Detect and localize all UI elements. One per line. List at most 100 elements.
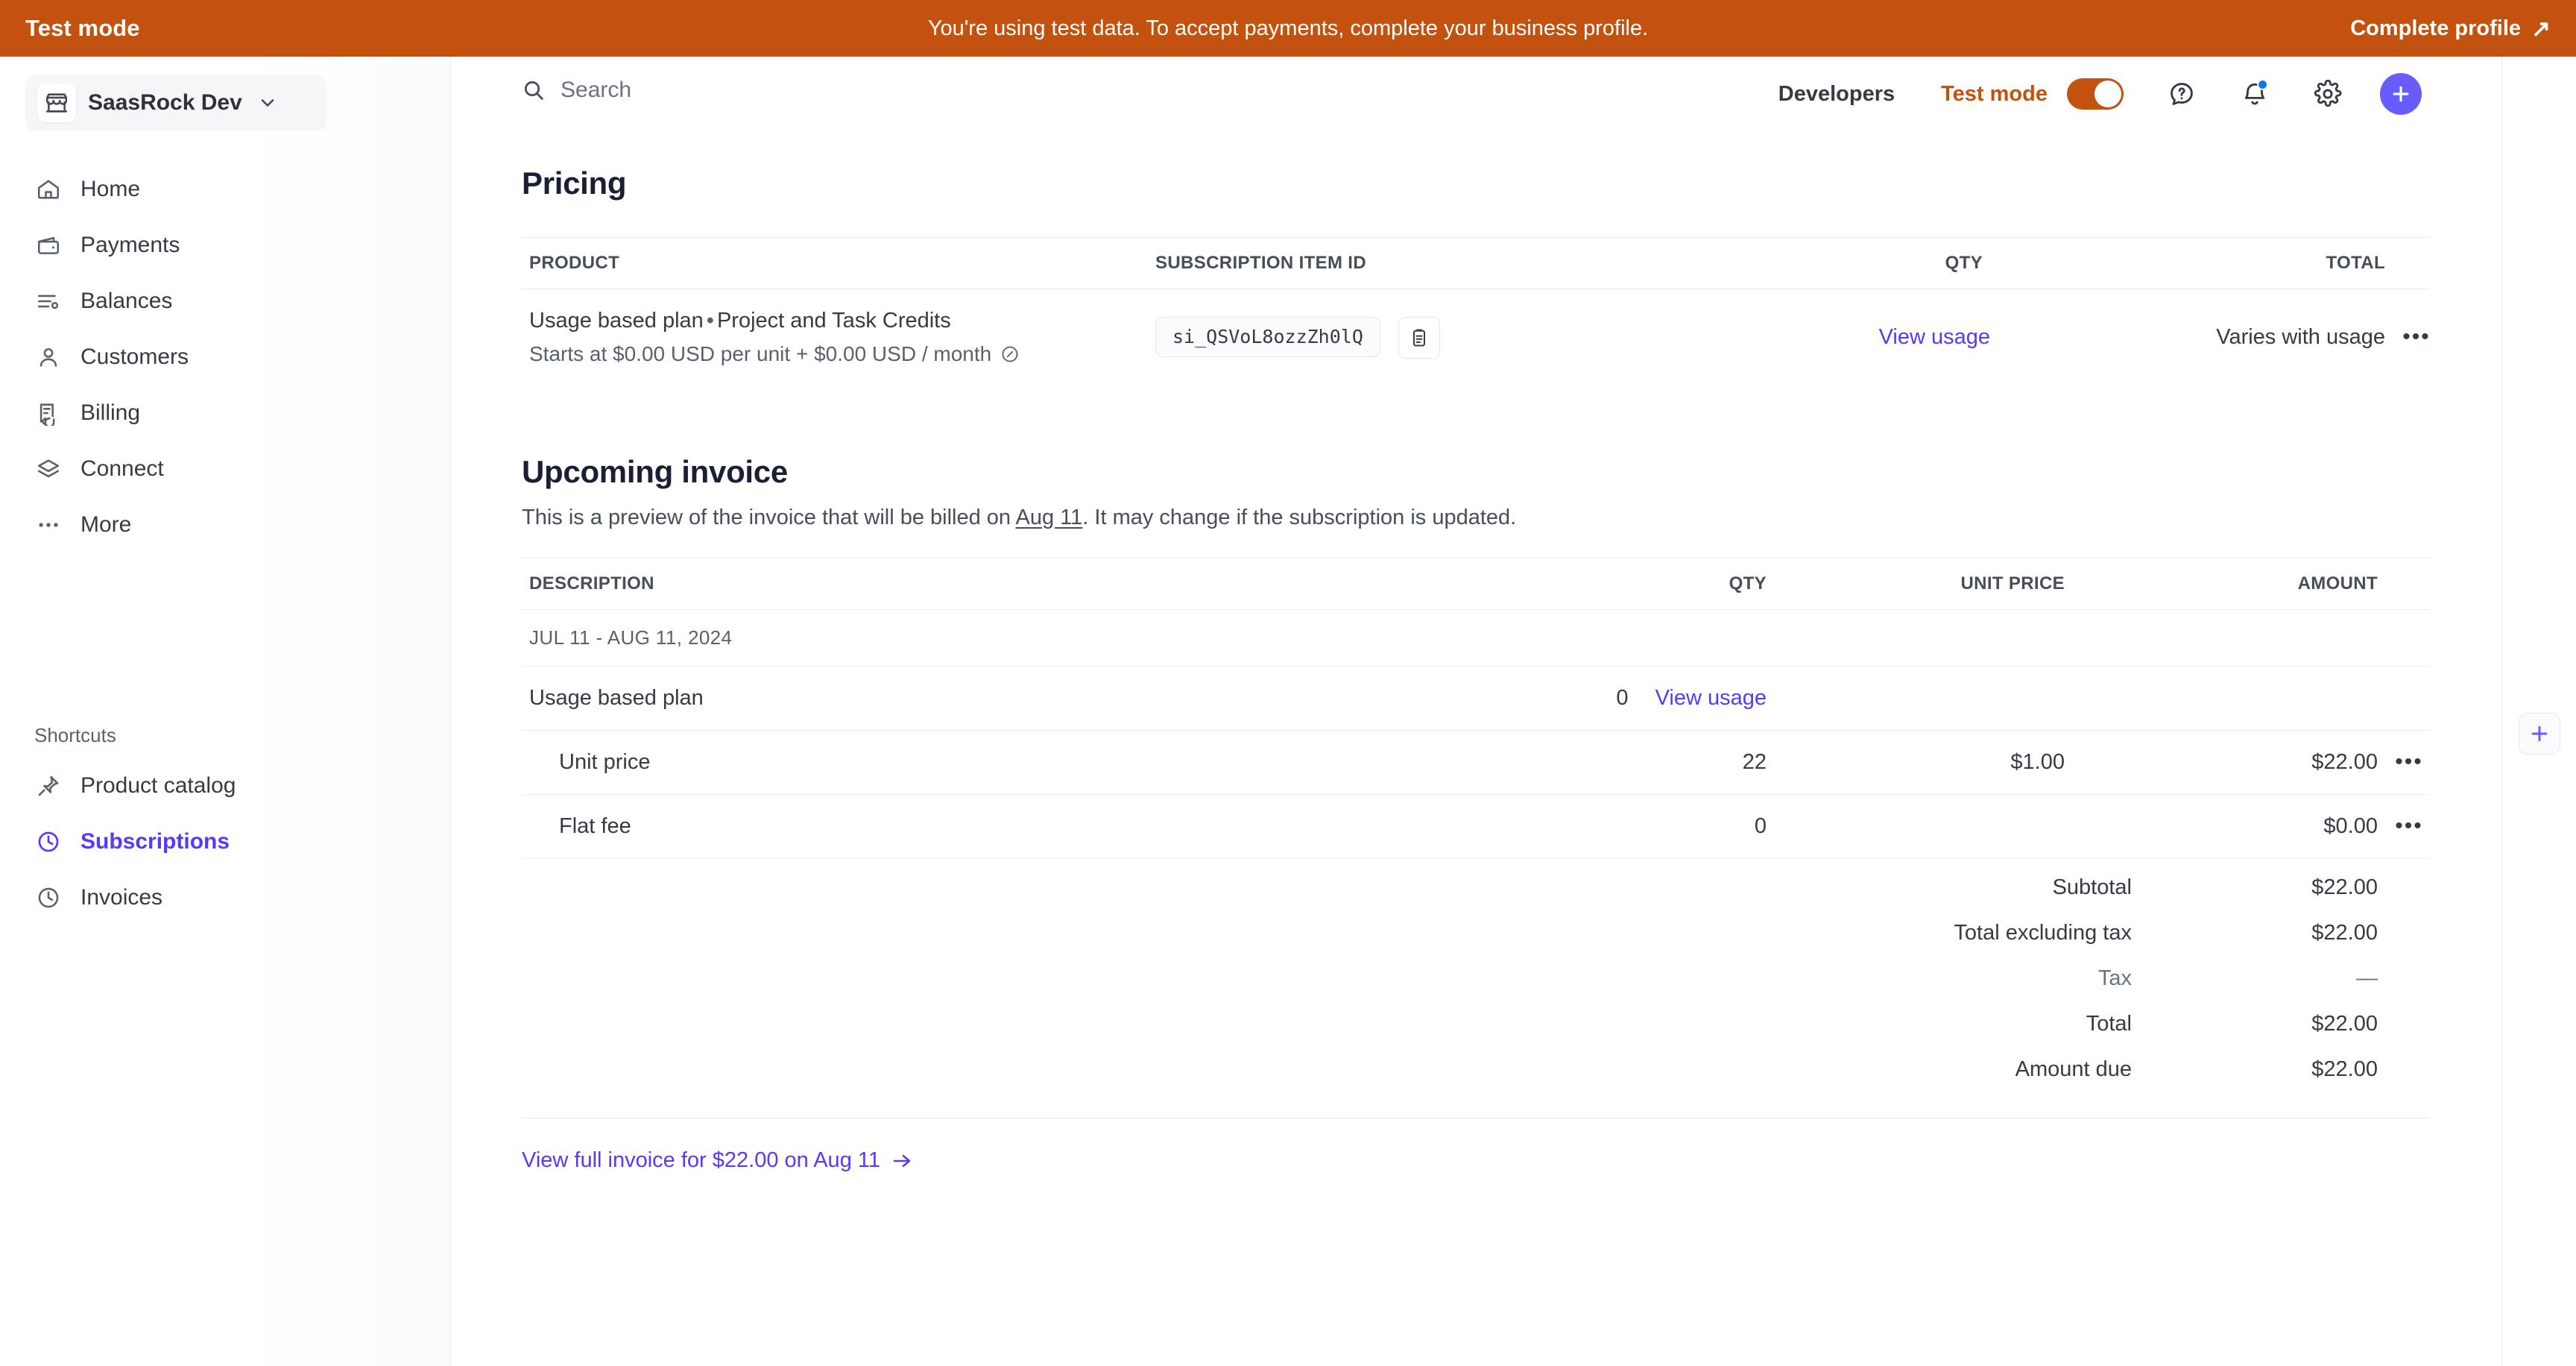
sidebar-item-invoices[interactable]: Invoices	[0, 869, 451, 925]
rail-add-button[interactable]	[2519, 713, 2560, 755]
totals-value: $22.00	[2311, 875, 2378, 900]
totals-value: $22.00	[2311, 1057, 2378, 1082]
table-row: Unit price 22 $1.00 $22.00 •••	[522, 730, 2430, 796]
notifications-icon[interactable]	[2234, 73, 2276, 115]
column-amount: AMOUNT	[2072, 558, 2385, 611]
invoice-row-unit-price	[1774, 795, 2072, 859]
billing-icon	[34, 399, 63, 427]
sidebar-item-label: Home	[80, 176, 141, 201]
invoice-row-amount: $0.00	[2323, 814, 2378, 839]
pricing-plan-name: Usage based plan	[529, 309, 704, 333]
chevron-down-icon	[257, 92, 278, 113]
invoice-row-amount	[2072, 666, 2385, 731]
test-mode-banner: Test mode You're using test data. To acc…	[0, 0, 2576, 57]
developers-button[interactable]: Developers	[1778, 82, 1895, 107]
sidebar-item-home[interactable]: Home	[0, 161, 451, 217]
totals-value: —	[2356, 966, 2378, 991]
invoice-table-header: DESCRIPTION QTY UNIT PRICE AMOUNT	[522, 558, 2430, 611]
upcoming-invoice-title: Upcoming invoice	[522, 454, 788, 489]
sidebar-item-label: More	[80, 512, 132, 537]
totals-label: Subtotal	[2052, 875, 2132, 900]
external-link-icon: ↗	[2531, 15, 2551, 42]
pricing-table: PRODUCT SUBSCRIPTION ITEM ID QTY TOTAL U…	[522, 237, 2430, 385]
sidebar-item-billing[interactable]: Billing	[0, 385, 451, 441]
sidebar-item-label: Invoices	[80, 884, 163, 910]
totals-row: Amount due $22.00	[522, 1047, 2430, 1092]
totals-label: Amount due	[2015, 1057, 2132, 1082]
pricing-product-cell: Usage based plan • Project and Task Credit…	[522, 289, 1148, 386]
invoice-row-unit-price	[1774, 666, 2072, 731]
ellipsis-icon	[34, 511, 63, 539]
totals-value: $22.00	[2311, 1012, 2378, 1036]
sidebar-item-more[interactable]: More	[0, 497, 451, 553]
column-total: TOTAL	[1990, 237, 2393, 289]
pin-icon	[34, 772, 63, 800]
add-icon[interactable]	[2380, 73, 2422, 115]
row-overflow-menu[interactable]: •••	[2393, 815, 2425, 837]
column-qty: QTY	[1692, 237, 1990, 289]
sidebar-item-connect[interactable]: Connect	[0, 441, 451, 497]
pricing-table-header: PRODUCT SUBSCRIPTION ITEM ID QTY TOTAL	[522, 237, 2430, 289]
complete-profile-button[interactable]: Complete profile ↗	[2350, 16, 2551, 41]
view-usage-link[interactable]: View usage	[1879, 325, 1990, 349]
settings-icon[interactable]	[2307, 73, 2349, 115]
sidebar-item-label: Product catalog	[80, 772, 236, 798]
right-rail	[2501, 57, 2576, 1366]
totals-label: Total	[2086, 1012, 2132, 1036]
totals-row: Total excluding tax $22.00	[522, 910, 2430, 956]
column-subscription-item-id: SUBSCRIPTION ITEM ID	[1148, 237, 1692, 289]
separator-dot: •	[706, 309, 714, 333]
view-full-invoice-link[interactable]: View full invoice for $22.00 on Aug 11	[522, 1148, 913, 1173]
invoice-row-unit-price: $1.00	[1774, 730, 2072, 796]
invoice-table: DESCRIPTION QTY UNIT PRICE AMOUNT JUL 11…	[522, 558, 2430, 858]
pricing-subscription-id-cell: si_QSVoL8ozzZh0lQ	[1148, 289, 1692, 386]
sidebar: SaasRock Dev Home Payments Balances Cust…	[0, 57, 451, 1366]
sidebar-item-label: Balances	[80, 288, 173, 313]
billing-date-link[interactable]: Aug 11	[1016, 506, 1083, 529]
store-icon	[37, 84, 76, 122]
sidebar-item-product-catalog[interactable]: Product catalog	[0, 758, 451, 813]
sidebar-item-payments[interactable]: Payments	[0, 217, 451, 273]
row-overflow-menu[interactable]: •••	[2393, 751, 2425, 773]
row-overflow-menu[interactable]: •••	[2400, 326, 2433, 348]
subscription-item-id-value[interactable]: si_QSVoL8ozzZh0lQ	[1155, 316, 1380, 357]
sidebar-item-label: Payments	[80, 232, 180, 257]
invoice-row-description: Flat fee	[559, 814, 631, 839]
copy-icon[interactable]	[1398, 316, 1440, 359]
search-input[interactable]: Search	[522, 78, 631, 103]
invoice-row-amount: $22.00	[2072, 730, 2385, 796]
invoice-period: JUL 11 - AUG 11, 2024	[522, 609, 2430, 667]
column-description: DESCRIPTION	[522, 558, 1476, 611]
invoice-row-qty-value: 0	[1616, 686, 1629, 711]
invoice-totals: Subtotal $22.00 Total excluding tax $22.…	[522, 865, 2430, 1092]
clock-icon	[34, 884, 63, 912]
sidebar-item-subscriptions[interactable]: Subscriptions	[0, 813, 451, 869]
toggle-knob	[2094, 81, 2121, 107]
balances-icon	[34, 287, 63, 315]
sidebar-item-customers[interactable]: Customers	[0, 329, 451, 385]
totals-value: $22.00	[2311, 921, 2378, 945]
sidebar-shortcuts: Product catalog Subscriptions Invoices	[0, 758, 451, 925]
pricing-product-name: Project and Task Credits	[716, 309, 951, 333]
org-switcher[interactable]: SaasRock Dev	[25, 75, 326, 131]
search-placeholder: Search	[561, 78, 632, 102]
page-title: Pricing	[522, 166, 627, 201]
invoice-row-qty: 0 View usage	[1476, 666, 1774, 731]
invoice-row-qty: 0	[1754, 814, 1767, 839]
test-mode-toggle[interactable]	[2067, 78, 2124, 110]
edit-icon[interactable]	[1000, 344, 1020, 364]
top-bar-actions: Developers Test mode	[1778, 73, 2422, 115]
column-qty: QTY	[1476, 558, 1774, 611]
org-name: SaasRock Dev	[88, 90, 242, 115]
totals-row: Subtotal $22.00	[522, 865, 2430, 910]
main-content: Pricing PRODUCT SUBSCRIPTION ITEM ID QTY…	[451, 131, 2501, 1366]
column-product: PRODUCT	[522, 237, 1148, 289]
table-row: Usage based plan • Project and Task Credit…	[522, 289, 2430, 386]
test-mode-toggle-label[interactable]: Test mode	[1941, 82, 2048, 107]
pricing-qty-cell: View usage	[1692, 289, 1990, 386]
sidebar-item-balances[interactable]: Balances	[0, 273, 451, 329]
help-icon[interactable]	[2161, 73, 2203, 115]
divider	[522, 858, 2430, 860]
complete-profile-label: Complete profile	[2350, 16, 2522, 40]
view-usage-link[interactable]: View usage	[1655, 686, 1767, 710]
